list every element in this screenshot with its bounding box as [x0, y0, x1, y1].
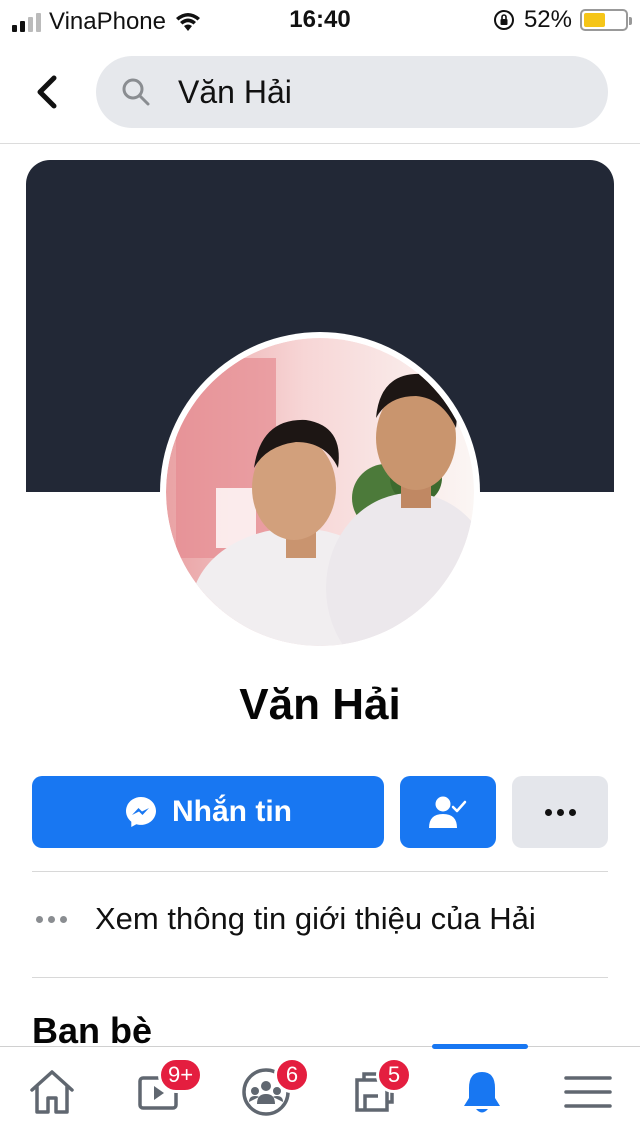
more-dots-icon: [544, 808, 576, 816]
tab-home[interactable]: [22, 1059, 82, 1125]
home-icon: [30, 1070, 74, 1114]
menu-icon: [564, 1076, 612, 1108]
battery-percent: 52%: [523, 6, 572, 33]
search-header: [0, 40, 640, 144]
battery-fill: [584, 13, 605, 27]
groups-badge: 6: [274, 1057, 310, 1093]
friends-button[interactable]: [400, 776, 496, 848]
about-info-row[interactable]: Xem thông tin giới thiệu của Hải: [32, 884, 608, 954]
friends-check-icon: [429, 796, 467, 828]
messenger-icon: [126, 797, 156, 827]
tab-pages[interactable]: 5: [344, 1057, 412, 1125]
about-info-label: Xem thông tin giới thiệu của Hải: [95, 901, 536, 936]
tab-watch[interactable]: 9+: [128, 1057, 204, 1125]
tab-menu[interactable]: [558, 1059, 618, 1125]
search-bar[interactable]: [96, 56, 608, 128]
profile-name: Văn Hải: [239, 680, 401, 729]
tab-notifications[interactable]: [452, 1059, 512, 1125]
profile-photo-image: [166, 338, 474, 646]
message-button-label: Nhắn tin: [172, 795, 292, 828]
rotation-lock-icon: [493, 10, 514, 30]
divider: [32, 871, 608, 872]
more-options-button[interactable]: [512, 776, 608, 848]
bell-icon: [464, 1072, 500, 1113]
tab-groups[interactable]: 6: [236, 1057, 310, 1125]
status-bar: VinaPhone 16:40 52%: [0, 0, 640, 40]
active-tab-indicator: [432, 1044, 528, 1049]
divider: [32, 977, 608, 978]
ellipsis-icon: [36, 915, 67, 923]
message-button[interactable]: Nhắn tin: [32, 776, 384, 848]
bottom-tab-bar: 9+ 6 5: [0, 1044, 640, 1136]
watch-badge: 9+: [158, 1057, 204, 1093]
battery-icon: [580, 9, 632, 31]
profile-picture[interactable]: [160, 332, 480, 652]
back-arrow-icon[interactable]: [28, 70, 68, 114]
search-input[interactable]: [178, 73, 578, 111]
search-icon: [122, 78, 150, 106]
pages-badge: 5: [376, 1057, 412, 1093]
